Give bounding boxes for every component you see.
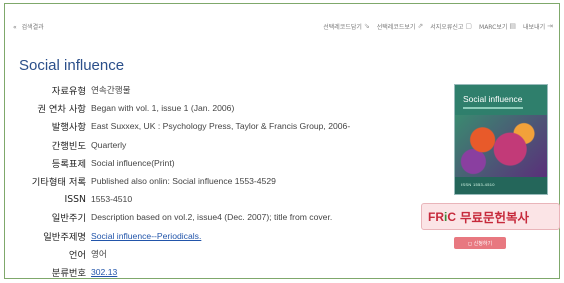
action-buttons: 선택레코드담기 ⇘ 선택레코드보기 ⇗ 서지오류신고 ▢ MARC보기 ▤ 내보… [323,22,553,31]
field-row: 발행사항 East Suxxex, UK : Psychology Press,… [5,117,445,135]
field-value: East Suxxex, UK : Psychology Press, Tayl… [91,121,351,132]
subject-link[interactable]: Social influence--Periodicals. [91,231,201,241]
report-error-button[interactable]: 서지오류신고 ▢ [430,22,472,31]
request-button[interactable]: ◻ 신청하기 [454,237,506,249]
export-button[interactable]: 내보내기 ⇥ [523,22,553,31]
field-row: 간행빈도 Quarterly [5,136,445,154]
view-icon: ⇗ [417,21,424,30]
top-toolbar: « 검색결과 선택레코드담기 ⇘ 선택레코드보기 ⇗ 서지오류신고 ▢ MARC… [13,16,553,36]
field-label: 발행사항 [51,122,86,134]
field-row: ISSN 1553-4510 [5,190,445,208]
field-row: 분류번호 302.13 [5,263,445,281]
free-document-copy-button[interactable]: FRiC 무료문헌복사 [421,203,560,230]
record-title: Social influence [19,57,125,74]
field-label: ISSN [64,193,87,205]
marc-icon: ▤ [509,21,517,30]
record-fields: 자료유형 연속간행물 권 연차 사항 Began with vol. 1, is… [5,81,445,281]
cover-footer: ISSN 1553-4510 [455,177,547,194]
field-label: 일반주제명 [43,231,86,243]
field-label: 자료유형 [51,86,86,98]
field-value: 영어 [91,248,107,259]
view-selected-records-button[interactable]: 선택레코드보기 ⇗ [377,22,424,31]
cover-image: Social influence ISSN 1553-4510 [454,84,548,195]
back-to-results-link[interactable]: « 검색결과 [13,22,44,31]
field-label: 분류번호 [51,267,86,279]
export-icon: ⇥ [547,21,553,30]
marc-view-button[interactable]: MARC보기 ▤ [479,22,516,31]
field-value: Social influence(Print) [91,157,175,168]
field-row: 자료유형 연속간행물 [5,81,445,99]
field-value: Quarterly [91,139,127,150]
cart-icon: ⇘ [363,21,370,30]
field-label: 기타형태 저록 [31,177,86,189]
free-document-copy-label: 무료문헌복사 [460,210,530,225]
fric-logo: FRiC [428,209,457,224]
field-row: 일반주제명 Social influence--Periodicals. [5,227,445,245]
field-label: 등록표제 [51,158,86,170]
field-row: 일반주기 Description based on vol.2, issue4 … [5,208,445,226]
field-value: Published also onlin: Social influence 1… [91,176,276,187]
back-label: 검색결과 [21,23,44,31]
report-icon: ▢ [465,21,473,30]
field-label: 일반주기 [51,213,86,225]
cover-divider [463,107,523,109]
field-value: Began with vol. 1, issue 1 (Jan. 2006) [91,103,235,114]
cover-title: Social influence [463,94,523,104]
field-value: Description based on vol.2, issue4 (Dec.… [91,212,333,223]
back-arrow-icon: « [13,23,17,31]
field-value: 연속간행물 [91,85,131,96]
field-value: 1553-4510 [91,194,133,205]
field-label: 권 연차 사항 [37,104,86,116]
classification-link[interactable]: 302.13 [91,267,117,277]
cover-artwork [455,115,547,177]
cover-footer-text: ISSN 1553-4510 [461,182,495,187]
field-row: 기타형태 저록 Published also onlin: Social inf… [5,172,445,190]
add-selected-records-button[interactable]: 선택레코드담기 ⇘ [323,22,370,31]
field-row: 권 연차 사항 Began with vol. 1, issue 1 (Jan.… [5,99,445,117]
field-row: 언어 영어 [5,245,445,263]
field-label: 간행빈도 [51,140,86,152]
field-label: 언어 [68,249,86,261]
field-row: 등록표제 Social influence(Print) [5,154,445,172]
